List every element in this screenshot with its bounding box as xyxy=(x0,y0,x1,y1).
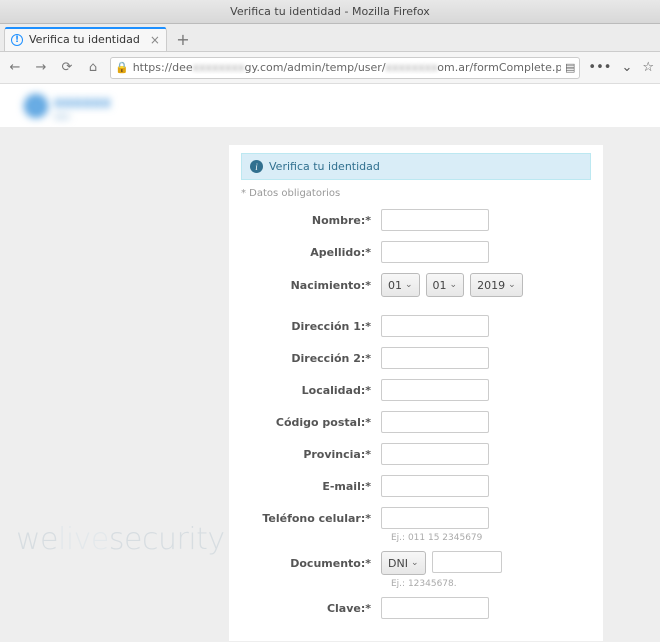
codigo-postal-field[interactable] xyxy=(381,411,489,433)
nacimiento-day-select[interactable]: 01⌄ xyxy=(381,273,420,297)
label-provincia: Provincia:* xyxy=(241,448,381,461)
chevron-down-icon: ⌄ xyxy=(508,280,516,290)
label-clave: Clave:* xyxy=(241,602,381,615)
info-icon: i xyxy=(250,160,263,173)
watermark: welivesecurity xyxy=(16,522,225,557)
back-button[interactable]: ← xyxy=(6,60,24,75)
bookmark-star-icon[interactable]: ☆ xyxy=(642,60,654,75)
close-icon[interactable]: × xyxy=(146,33,160,47)
reader-mode-icon[interactable]: ▤ xyxy=(565,61,575,74)
nacimiento-month-select[interactable]: 01⌄ xyxy=(426,273,465,297)
url-text: https://deexxxxxxxxgy.com/admin/temp/use… xyxy=(133,61,561,74)
chevron-down-icon: ⌄ xyxy=(450,280,458,290)
lock-icon: 🔒 xyxy=(115,61,129,74)
browser-tab[interactable]: ! Verifica tu identidad × xyxy=(4,27,167,51)
tab-favicon: ! xyxy=(11,34,23,46)
required-note: * Datos obligatorios xyxy=(241,188,591,199)
documento-numero-field[interactable] xyxy=(432,551,502,573)
nav-toolbar: ← → ⟳ ⌂ 🔒 https://deexxxxxxxxgy.com/admi… xyxy=(0,52,660,84)
direccion1-field[interactable] xyxy=(381,315,489,337)
label-documento: Documento:* xyxy=(241,557,381,570)
chevron-down-icon: ⌄ xyxy=(405,280,413,290)
label-dir1: Dirección 1:* xyxy=(241,320,381,333)
pocket-icon[interactable]: ⌄ xyxy=(621,60,632,75)
localidad-field[interactable] xyxy=(381,379,489,401)
nacimiento-year-select[interactable]: 2019⌄ xyxy=(470,273,523,297)
direccion2-field[interactable] xyxy=(381,347,489,369)
documento-tipo-select[interactable]: DNI⌄ xyxy=(381,551,426,575)
form-panel: i Verifica tu identidad * Datos obligato… xyxy=(228,144,604,642)
info-alert: i Verifica tu identidad xyxy=(241,153,591,180)
label-apellido: Apellido:* xyxy=(241,246,381,259)
clave-field[interactable] xyxy=(381,597,489,619)
site-logo: xxxxxxxxx xyxy=(24,91,111,121)
label-cp: Código postal:* xyxy=(241,416,381,429)
apellido-field[interactable] xyxy=(381,241,489,263)
label-telefono: Teléfono celular:* xyxy=(241,512,381,525)
label-localidad: Localidad:* xyxy=(241,384,381,397)
label-nacimiento: Nacimiento:* xyxy=(241,279,381,292)
label-email: E-mail:* xyxy=(241,480,381,493)
home-button[interactable]: ⌂ xyxy=(84,60,102,75)
tab-title: Verifica tu identidad xyxy=(29,33,140,46)
telefono-hint: Ej.: 011 15 2345679 xyxy=(391,533,591,543)
window-titlebar: Verifica tu identidad - Mozilla Firefox xyxy=(0,0,660,24)
tab-strip: ! Verifica tu identidad × + xyxy=(0,24,660,52)
email-field[interactable] xyxy=(381,475,489,497)
page-header: xxxxxxxxx xyxy=(0,84,660,128)
alert-text: Verifica tu identidad xyxy=(269,160,380,173)
page-actions-icon[interactable]: ••• xyxy=(588,60,611,75)
nombre-field[interactable] xyxy=(381,209,489,231)
forward-button[interactable]: → xyxy=(32,60,50,75)
telefono-field[interactable] xyxy=(381,507,489,529)
chevron-down-icon: ⌄ xyxy=(411,558,419,568)
url-bar[interactable]: 🔒 https://deexxxxxxxxgy.com/admin/temp/u… xyxy=(110,57,580,79)
label-nombre: Nombre:* xyxy=(241,214,381,227)
documento-hint: Ej.: 12345678. xyxy=(391,579,591,589)
provincia-field[interactable] xyxy=(381,443,489,465)
reload-button[interactable]: ⟳ xyxy=(58,60,76,75)
label-dir2: Dirección 2:* xyxy=(241,352,381,365)
new-tab-button[interactable]: + xyxy=(171,27,195,51)
